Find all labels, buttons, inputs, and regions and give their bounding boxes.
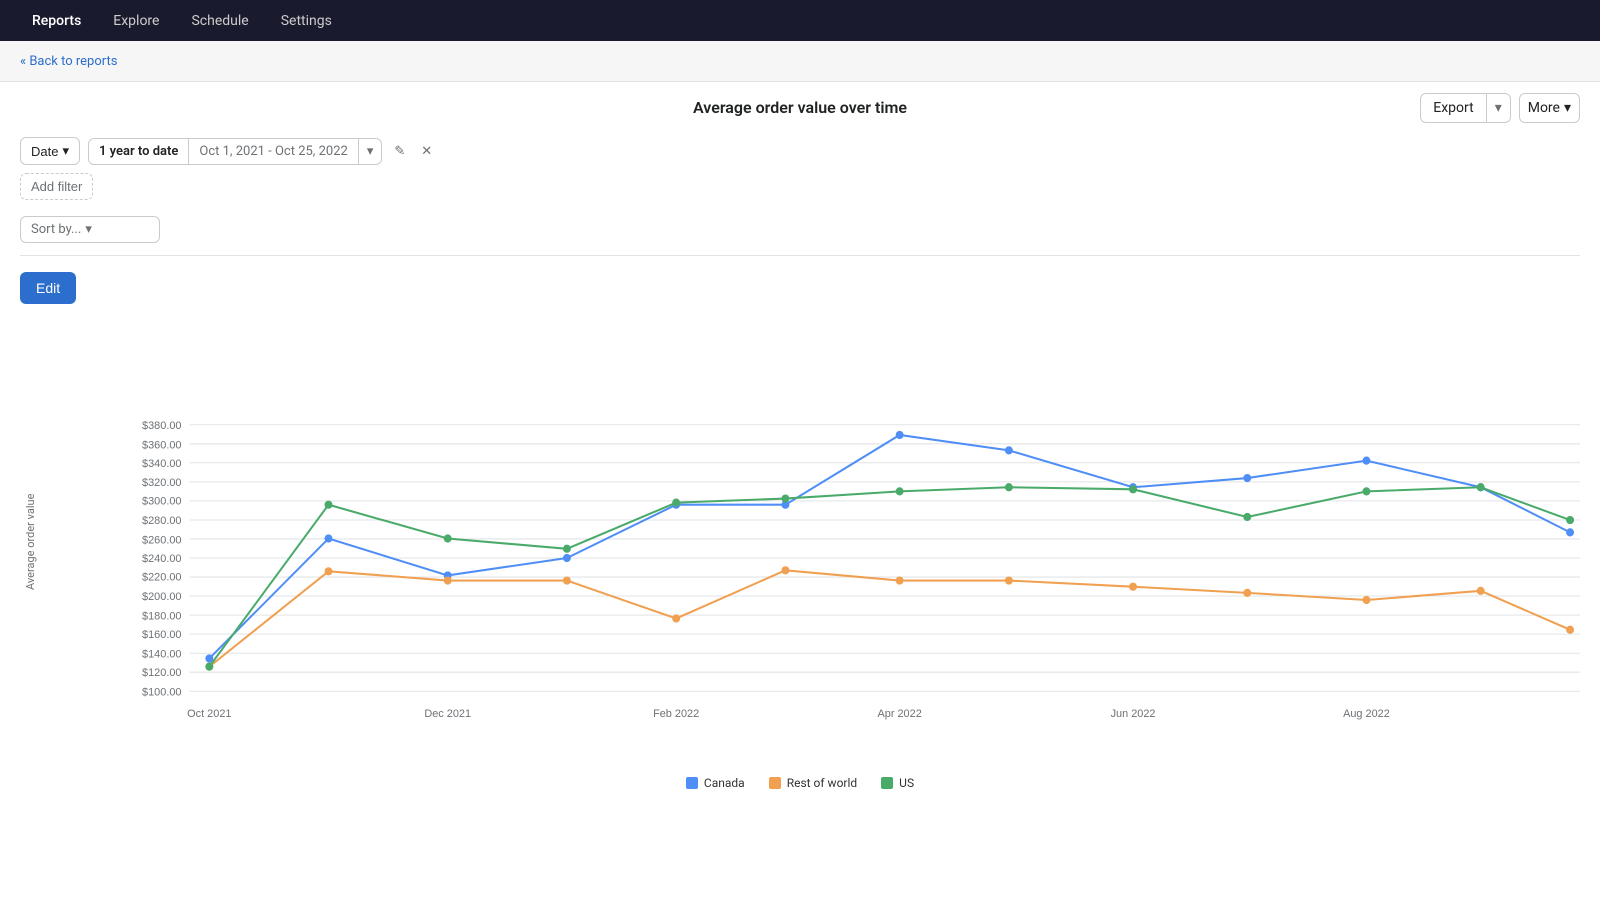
svg-text:$360.00: $360.00 bbox=[142, 439, 181, 451]
more-label: More bbox=[1528, 100, 1560, 116]
svg-text:$300.00: $300.00 bbox=[142, 496, 181, 508]
svg-text:Dec 2021: Dec 2021 bbox=[424, 708, 471, 720]
sort-by-dropdown[interactable]: Sort by... ▾ bbox=[20, 216, 160, 243]
date-arrow-icon: ▾ bbox=[62, 143, 69, 159]
legend-us: US bbox=[881, 776, 914, 790]
sort-by-label: Sort by... bbox=[31, 222, 81, 237]
nav-explore[interactable]: Explore bbox=[97, 0, 175, 41]
date-range-label: Oct 1, 2021 - Oct 25, 2022 bbox=[189, 139, 358, 164]
page-title: Average order value over time bbox=[693, 98, 907, 117]
date-filter-button[interactable]: Date ▾ bbox=[20, 137, 80, 165]
svg-text:$380.00: $380.00 bbox=[142, 420, 181, 432]
svg-text:$260.00: $260.00 bbox=[142, 535, 181, 547]
add-filter-button[interactable]: Add filter bbox=[20, 173, 93, 200]
svg-text:$240.00: $240.00 bbox=[142, 553, 181, 565]
period-label: 1 year to date bbox=[89, 139, 189, 164]
svg-text:Jun 2022: Jun 2022 bbox=[1111, 708, 1156, 720]
nav-reports[interactable]: Reports bbox=[16, 0, 97, 41]
filter-row: Date ▾ 1 year to date Oct 1, 2021 - Oct … bbox=[20, 137, 1580, 165]
svg-text:Oct 2021: Oct 2021 bbox=[187, 708, 231, 720]
export-button[interactable]: Export ▾ bbox=[1420, 93, 1510, 123]
y-axis-label: Average order value bbox=[24, 312, 37, 772]
edit-button[interactable]: Edit bbox=[20, 272, 76, 304]
more-arrow-icon: ▾ bbox=[1564, 100, 1571, 116]
svg-text:$100.00: $100.00 bbox=[142, 686, 181, 698]
canada-label: Canada bbox=[704, 776, 745, 790]
svg-text:$280.00: $280.00 bbox=[142, 515, 181, 527]
breadcrumb-bar: « Back to reports bbox=[0, 41, 1600, 82]
filter-edit-icon[interactable]: ✎ bbox=[390, 139, 409, 164]
sort-chevron-icon: ▾ bbox=[85, 222, 92, 237]
export-label: Export bbox=[1421, 94, 1486, 122]
main-content: Average order value over time Export ▾ M… bbox=[0, 82, 1600, 806]
legend-rest-of-world: Rest of world bbox=[769, 776, 857, 790]
top-nav: Reports Explore Schedule Settings bbox=[0, 0, 1600, 41]
sort-row: Sort by... ▾ bbox=[20, 216, 1580, 256]
page-header: Average order value over time Export ▾ M… bbox=[20, 98, 1580, 117]
chart-container: Average order value .axis-text { font-si… bbox=[20, 312, 1580, 772]
svg-text:Feb 2022: Feb 2022 bbox=[653, 708, 699, 720]
legend-canada: Canada bbox=[686, 776, 745, 790]
filter-close-icon[interactable]: ✕ bbox=[417, 139, 436, 164]
date-label: Date bbox=[31, 144, 58, 159]
chart-svg: .axis-text { font-size: 11px; fill: #6d7… bbox=[110, 312, 1580, 722]
chart-legend: Canada Rest of world US bbox=[20, 776, 1580, 790]
svg-text:$200.00: $200.00 bbox=[142, 591, 181, 603]
svg-text:Aug 2022: Aug 2022 bbox=[1343, 708, 1390, 720]
svg-text:$140.00: $140.00 bbox=[142, 648, 181, 660]
nav-settings[interactable]: Settings bbox=[265, 0, 348, 41]
back-to-reports-link[interactable]: « Back to reports bbox=[20, 54, 117, 69]
svg-text:$120.00: $120.00 bbox=[142, 667, 181, 679]
more-button[interactable]: More ▾ bbox=[1519, 93, 1580, 123]
svg-text:$320.00: $320.00 bbox=[142, 477, 181, 489]
svg-text:$340.00: $340.00 bbox=[142, 458, 181, 470]
us-dot bbox=[881, 777, 893, 789]
svg-text:$180.00: $180.00 bbox=[142, 610, 181, 622]
svg-text:Apr 2022: Apr 2022 bbox=[877, 708, 921, 720]
rest-of-world-label: Rest of world bbox=[787, 776, 857, 790]
svg-text:$160.00: $160.00 bbox=[142, 629, 181, 641]
us-label: US bbox=[899, 776, 914, 790]
svg-text:$220.00: $220.00 bbox=[142, 571, 181, 583]
export-arrow-icon: ▾ bbox=[1487, 94, 1510, 122]
canada-dot bbox=[686, 777, 698, 789]
range-dropdown-icon[interactable]: ▾ bbox=[359, 139, 382, 164]
add-filter-label: Add filter bbox=[31, 179, 82, 194]
rest-of-world-dot bbox=[769, 777, 781, 789]
nav-schedule[interactable]: Schedule bbox=[175, 0, 264, 41]
date-chip: 1 year to date Oct 1, 2021 - Oct 25, 202… bbox=[88, 138, 382, 165]
header-actions: Export ▾ More ▾ bbox=[1420, 93, 1580, 123]
